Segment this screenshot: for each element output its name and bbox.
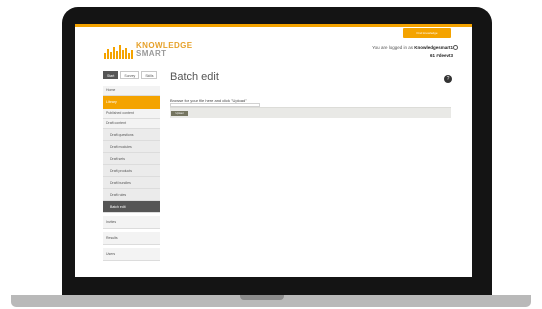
username-link[interactable]: Knowledgesmart1 xyxy=(414,45,453,50)
user-icon[interactable] xyxy=(453,45,458,50)
sidebar-subitem-draft-rules[interactable]: Draft rules xyxy=(103,189,160,201)
header: Find knowledge KNOWLEDGE SMART You are l… xyxy=(75,27,472,69)
upload-button[interactable]: Upload xyxy=(171,111,188,116)
sidebar-subitem-draft-sets[interactable]: Draft sets xyxy=(103,153,160,165)
sidebar-subitem-draft-questions[interactable]: Draft questions xyxy=(103,129,160,141)
sidebar-item-draft-content[interactable]: Draft content xyxy=(103,119,160,129)
sidebar-subitem-draft-bundles[interactable]: Draft bundles xyxy=(103,177,160,189)
logo-bars-icon xyxy=(104,41,134,59)
logo[interactable]: KNOWLEDGE SMART xyxy=(104,41,194,61)
sidebar: Start Survey Skills Home Library Publish… xyxy=(103,71,160,277)
sidebar-subitem-draft-modules[interactable]: Draft modules xyxy=(103,141,160,153)
sidebar-item-invites[interactable]: Invites xyxy=(103,216,160,229)
sidebar-item-users[interactable]: Users xyxy=(103,248,160,261)
tab-skills[interactable]: Skills xyxy=(141,71,158,79)
header-action-button[interactable]: Find knowledge xyxy=(403,28,451,38)
sidebar-item-home[interactable]: Home xyxy=(103,86,160,96)
logo-text: KNOWLEDGE SMART xyxy=(136,41,193,58)
sidebar-item-results[interactable]: Results xyxy=(103,232,160,245)
sidebar-item-library[interactable]: Library xyxy=(103,96,160,109)
tab-survey[interactable]: Survey xyxy=(120,71,140,79)
sidebar-item-published-content[interactable]: Published content xyxy=(103,109,160,119)
login-info: You are logged in as Knowledgesmart1 61 … xyxy=(372,45,453,58)
sidebar-subitem-draft-products[interactable]: Draft products xyxy=(103,165,160,177)
sidebar-tabs: Start Survey Skills xyxy=(103,71,160,79)
tab-start[interactable]: Start xyxy=(103,71,119,79)
page-title: Batch edit xyxy=(170,71,219,83)
sidebar-nav: Home Library Published content Draft con… xyxy=(103,86,160,261)
account-id: 61 #deevt3 xyxy=(429,53,453,58)
help-icon[interactable]: ? xyxy=(444,75,452,83)
sidebar-subitem-batch-edit[interactable]: Batch edit xyxy=(103,201,160,213)
laptop-notch xyxy=(240,295,284,300)
laptop-screen: Find knowledge KNOWLEDGE SMART You are l… xyxy=(75,24,472,277)
upload-panel: Upload xyxy=(170,107,451,118)
main-content: Batch edit ? Browse for your file here a… xyxy=(170,69,455,149)
